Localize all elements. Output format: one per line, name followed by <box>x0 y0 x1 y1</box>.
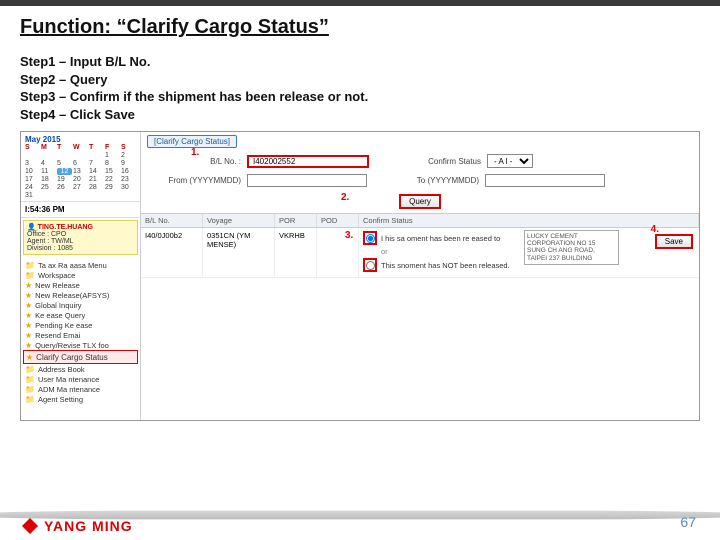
released-text: I his sa oment has been re eased to <box>381 234 500 243</box>
bl-no-input[interactable] <box>247 155 369 168</box>
tree-item[interactable]: ★Ke ease Query <box>23 310 138 320</box>
clock: I:54:36 PM <box>21 202 140 218</box>
not-released-text: This snoment has NOT been released. <box>381 261 510 270</box>
tree-item[interactable]: 📁Address Book <box>23 364 138 374</box>
slide-title: Function: “Clarify Cargo Status” <box>20 16 700 39</box>
user-division: Division : 1085 <box>27 245 134 252</box>
step-2: Step2 – Query <box>20 71 700 89</box>
star-icon: ★ <box>25 341 32 350</box>
tree-item[interactable]: 📁Agent Setting <box>23 394 138 404</box>
from-date-input[interactable] <box>247 174 367 187</box>
from-label: From (YYYYMMDD) <box>151 176 241 185</box>
query-row: 2. Query <box>141 190 699 213</box>
step-4: Step4 – Click Save <box>20 106 700 124</box>
not-released-radio[interactable] <box>366 261 375 270</box>
tree-item[interactable]: ★Query/Revise TLX foo <box>23 340 138 350</box>
folder-icon: 📁 <box>25 261 35 270</box>
tree-item[interactable]: ★New Release <box>23 280 138 290</box>
step-3: Step3 – Confirm if the shipment has been… <box>20 88 700 106</box>
to-label: To (YYYYMMDD) <box>409 176 479 185</box>
nav-tree: 📁Ta ax Ra aasa Menu 📁Workspace ★New Rele… <box>21 257 140 407</box>
tree-item-clarify-cargo-status[interactable]: ★Clarify Cargo Status <box>23 350 138 364</box>
col-pod: POD <box>317 214 359 227</box>
user-name: TING.TE.HUANG <box>38 224 93 231</box>
radio-highlight-box <box>363 231 377 245</box>
cell-bl: I40/0J00b2 <box>141 228 203 277</box>
date-row: From (YYYYMMDD) To (YYYYMMDD) <box>141 171 699 190</box>
folder-icon: 📁 <box>25 365 35 374</box>
col-por: POR <box>275 214 317 227</box>
col-bl-no: B/L No. <box>141 214 203 227</box>
star-icon: ★ <box>25 331 32 340</box>
marker-2: 2. <box>341 192 349 203</box>
star-icon: ★ <box>26 353 33 362</box>
col-confirm-status: Confirm Status <box>359 214 699 227</box>
brand: YANG MING <box>22 518 133 534</box>
star-icon: ★ <box>25 281 32 290</box>
marker-1: 1. <box>191 147 199 158</box>
star-icon: ★ <box>25 311 32 320</box>
confirm-status-select[interactable]: - A l - <box>487 154 533 168</box>
app-screenshot: May 2015 S M T W T F S 12 3456789 101112… <box>20 131 700 421</box>
page-number: 67 <box>680 514 696 530</box>
star-icon: ★ <box>25 301 32 310</box>
released-radio[interactable] <box>366 234 375 243</box>
col-voyage: Voyage <box>203 214 275 227</box>
grid-header: B/L No. Voyage POR POD Confirm Status <box>141 213 699 228</box>
cell-por: VKRHB <box>275 228 317 277</box>
user-agent: Agent : TW/ML <box>27 238 134 245</box>
tree-root-menu[interactable]: 📁Ta ax Ra aasa Menu <box>23 260 138 270</box>
main-panel: [Clarify Cargo Status] 1. B/L No. : Conf… <box>141 132 699 420</box>
query-button[interactable]: Query <box>399 194 441 209</box>
tree-item[interactable]: ★Global Inquiry <box>23 300 138 310</box>
calendar-grid: S M T W T F S 12 3456789 10111213141516 … <box>25 144 136 199</box>
radio-highlight-box <box>363 258 377 272</box>
save-button[interactable]: Save <box>655 234 693 249</box>
user-info-box: 👤 TING.TE.HUANG Office : CPO Agent : TW/… <box>23 220 138 255</box>
to-date-input[interactable] <box>485 174 605 187</box>
cell-voyage: 0351CN (YM MENSE) <box>203 228 275 277</box>
tree-item[interactable]: 📁User Ma ntenance <box>23 374 138 384</box>
cell-confirm: 3. I his sa oment has been re eased to o… <box>359 228 699 277</box>
brand-text: YANG MING <box>44 518 133 534</box>
tree-item[interactable]: ★Resend Emai <box>23 330 138 340</box>
user-office: Office : CPO <box>27 231 134 238</box>
title-area: Function: “Clarify Cargo Status” <box>0 6 720 47</box>
tab-row: [Clarify Cargo Status] <box>141 132 699 151</box>
tree-workspace[interactable]: 📁Workspace <box>23 270 138 280</box>
steps-block: Step1 – Input B/L No. Step2 – Query Step… <box>0 47 720 131</box>
table-row: I40/0J00b2 0351CN (YM MENSE) VKRHB 3. I … <box>141 228 699 278</box>
step-1: Step1 – Input B/L No. <box>20 53 700 71</box>
star-icon: ★ <box>25 321 32 330</box>
confirm-status-label: Confirm Status <box>411 157 481 166</box>
calendar-month: May 2015 <box>25 135 136 144</box>
left-sidebar: May 2015 S M T W T F S 12 3456789 101112… <box>21 132 141 420</box>
consignee-address-box[interactable]: LUCKY CEMENT CORPORATION NO 15 SUNG CH A… <box>524 230 619 265</box>
folder-icon: 📁 <box>25 375 35 384</box>
folder-icon: 📁 <box>25 385 35 394</box>
tree-item[interactable]: ★Pending Ke ease <box>23 320 138 330</box>
user-icon: 👤 <box>27 224 36 231</box>
marker-3: 3. <box>345 230 353 241</box>
bl-row: 1. B/L No. : Confirm Status - A l - <box>141 151 699 171</box>
tree-item[interactable]: ★New Release(AFSYS) <box>23 290 138 300</box>
star-icon: ★ <box>25 291 32 300</box>
slide-footer: YANG MING 67 <box>0 492 720 540</box>
folder-icon: 📁 <box>25 395 35 404</box>
yangming-logo-icon <box>22 518 38 534</box>
tree-item[interactable]: 📁ADM Ma ntenance <box>23 384 138 394</box>
folder-icon: 📁 <box>25 271 35 280</box>
calendar-widget[interactable]: May 2015 S M T W T F S 12 3456789 101112… <box>21 132 140 202</box>
